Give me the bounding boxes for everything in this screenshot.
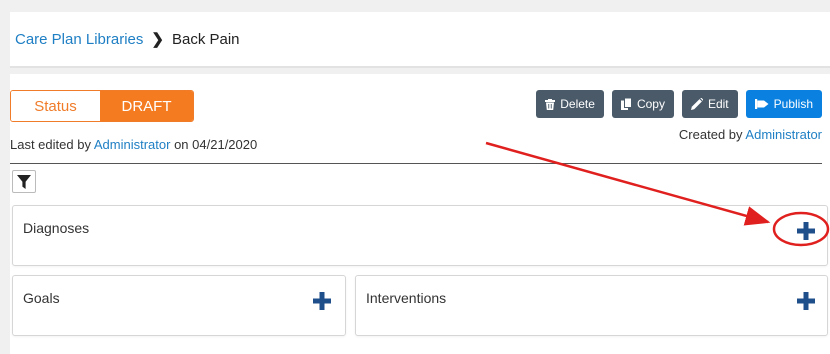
last-edited-user-link[interactable]: Administrator	[94, 137, 171, 152]
interventions-panel: Interventions	[355, 275, 828, 336]
edit-button[interactable]: Edit	[681, 90, 738, 118]
filter-button[interactable]	[12, 170, 36, 193]
add-intervention-button[interactable]	[795, 290, 817, 312]
diagnoses-title: Diagnoses	[23, 220, 90, 236]
created-by-user-link[interactable]: Administrator	[745, 127, 822, 142]
trash-icon	[545, 98, 556, 110]
divider	[10, 163, 822, 164]
care-plan-detail: Status DRAFT Last edited by Administrato…	[10, 74, 830, 354]
breadcrumb-current-page: Back Pain	[171, 30, 240, 48]
add-goal-button[interactable]	[311, 290, 333, 312]
copy-button[interactable]: Copy	[611, 90, 674, 118]
goals-title: Goals	[23, 290, 60, 306]
publish-icon	[754, 99, 769, 109]
created-by-info: Created by Administrator	[679, 127, 822, 142]
interventions-title: Interventions	[366, 290, 447, 306]
last-edited-prefix: Last edited by	[10, 137, 91, 152]
copy-button-label: Copy	[636, 97, 665, 111]
publish-button-label: Publish	[773, 97, 813, 111]
breadcrumb: Care Plan Libraries ❯ Back Pain	[10, 12, 830, 68]
publish-button[interactable]: Publish	[745, 90, 822, 118]
last-edited-date: 04/21/2020	[192, 137, 258, 152]
filter-icon	[17, 174, 31, 189]
pencil-icon	[690, 98, 703, 110]
last-edited-info: Last edited by Administrator on 04/21/20…	[10, 137, 257, 152]
last-edited-on: on	[174, 137, 189, 152]
diagnoses-panel: Diagnoses	[12, 205, 828, 266]
status-value: DRAFT	[100, 91, 193, 121]
status-label: Status	[11, 91, 100, 121]
status-badge: Status DRAFT	[10, 90, 194, 122]
edit-button-label: Edit	[707, 97, 729, 111]
created-by-prefix: Created by	[678, 127, 743, 142]
breadcrumb-care-plan-libraries[interactable]: Care Plan Libraries	[15, 31, 143, 48]
action-toolbar: Delete Copy Edit Publish	[536, 90, 822, 118]
chevron-right-icon: ❯	[151, 31, 164, 48]
delete-button[interactable]: Delete	[536, 90, 604, 118]
delete-button-label: Delete	[560, 97, 595, 111]
goals-panel: Goals	[12, 275, 346, 336]
copy-icon	[620, 98, 632, 110]
add-diagnosis-button[interactable]	[795, 220, 817, 242]
